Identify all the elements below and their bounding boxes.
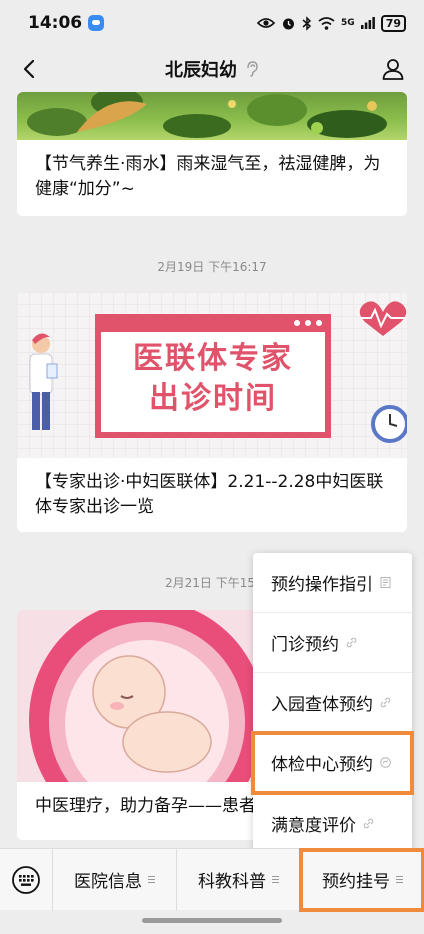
alarm-icon [283, 18, 295, 29]
article-1-title: 【节气养生·雨水】雨来湿气至，祛湿健脾，为健康“加分”~ [35, 154, 381, 199]
account-name: 北辰妇幼 [165, 60, 237, 81]
link-icon [363, 818, 374, 829]
submenu-lines-icon [148, 876, 155, 883]
menu-appointment-registration-label: 预约挂号 [322, 872, 390, 892]
menu-appointment-registration[interactable]: 预约挂号 [299, 847, 424, 912]
keyboard-icon [12, 865, 40, 894]
keyboard-toggle-button[interactable] [0, 849, 52, 911]
battery-level: 79 [380, 14, 406, 32]
message-notification-icon [88, 15, 105, 31]
ear-icon [247, 61, 258, 77]
banner-line-2: 出诊时间 [149, 381, 277, 416]
document-icon [380, 577, 391, 588]
menu-item-label: 预约操作指引 [271, 575, 373, 595]
banner-line-1: 医联体专家 [133, 341, 293, 376]
appointment-submenu: 预约操作指引 门诊预约 入园查体预约 体检中心预约 满意度评价 [251, 553, 414, 853]
miniprogram-icon [380, 757, 391, 768]
menu-item-kindergarten-checkup[interactable]: 入园查体预约 [253, 673, 412, 733]
back-button[interactable] [14, 54, 44, 84]
status-bar: 14:06 5G 79 [0, 0, 424, 46]
menu-item-label: 门诊预约 [271, 635, 339, 655]
user-icon [382, 59, 404, 80]
menu-item-label: 体检中心预约 [271, 755, 373, 775]
wifi-icon [318, 16, 335, 30]
profile-button[interactable] [378, 54, 408, 84]
menu-hospital-info-label: 医院信息 [74, 872, 142, 892]
bluetooth-icon [302, 15, 312, 31]
link-icon [380, 697, 391, 708]
menu-hospital-info[interactable]: 医院信息 [52, 848, 176, 911]
custom-menu-bar: 医院信息 科教科普 预约挂号 [0, 847, 424, 912]
menu-item-physical-exam-center[interactable]: 体检中心预约 [251, 731, 414, 795]
article-1-cover-image [17, 92, 407, 140]
status-icons: 5G 79 [257, 14, 406, 32]
article-2-title: 【专家出诊·中妇医联体】2.21--2.28中妇医联体专家出诊一览 [35, 472, 384, 517]
article-card-1[interactable]: 【节气养生·雨水】雨来湿气至，祛湿健脾，为健康“加分”~ [17, 92, 407, 216]
menu-item-booking-guide[interactable]: 预约操作指引 [253, 553, 412, 613]
menu-item-label: 满意度评价 [271, 815, 356, 836]
network-type: 5G [341, 18, 355, 28]
submenu-lines-icon [272, 876, 279, 883]
article-card-2[interactable]: 医联体专家 出诊时间 【专家出诊·中妇医联体】2.21--2.28中妇医联体专家… [17, 292, 407, 532]
signal-icon [360, 17, 375, 29]
article-2-cover-image: 医联体专家 出诊时间 [17, 292, 407, 458]
timestamp-2: 2月19日 下午16:17 [157, 260, 267, 274]
menu-science-education[interactable]: 科教科普 [176, 848, 300, 911]
menu-item-outpatient-booking[interactable]: 门诊预约 [253, 613, 412, 673]
menu-science-education-label: 科教科普 [198, 872, 266, 892]
status-time: 14:06 [28, 13, 83, 33]
nature-illustration [27, 92, 387, 138]
nav-bar: 北辰妇幼 [0, 46, 424, 92]
menu-item-label: 入园查体预约 [271, 695, 373, 715]
page-title: 北辰妇幼 [165, 56, 259, 82]
chevron-left-icon [23, 59, 35, 79]
banner-headline: 医联体专家 出诊时间 [101, 339, 325, 419]
home-indicator[interactable] [142, 918, 282, 923]
submenu-lines-icon [396, 876, 403, 883]
eye-icon [257, 18, 276, 28]
menu-item-satisfaction-survey[interactable]: 满意度评价 [253, 793, 412, 853]
link-icon [346, 637, 357, 648]
